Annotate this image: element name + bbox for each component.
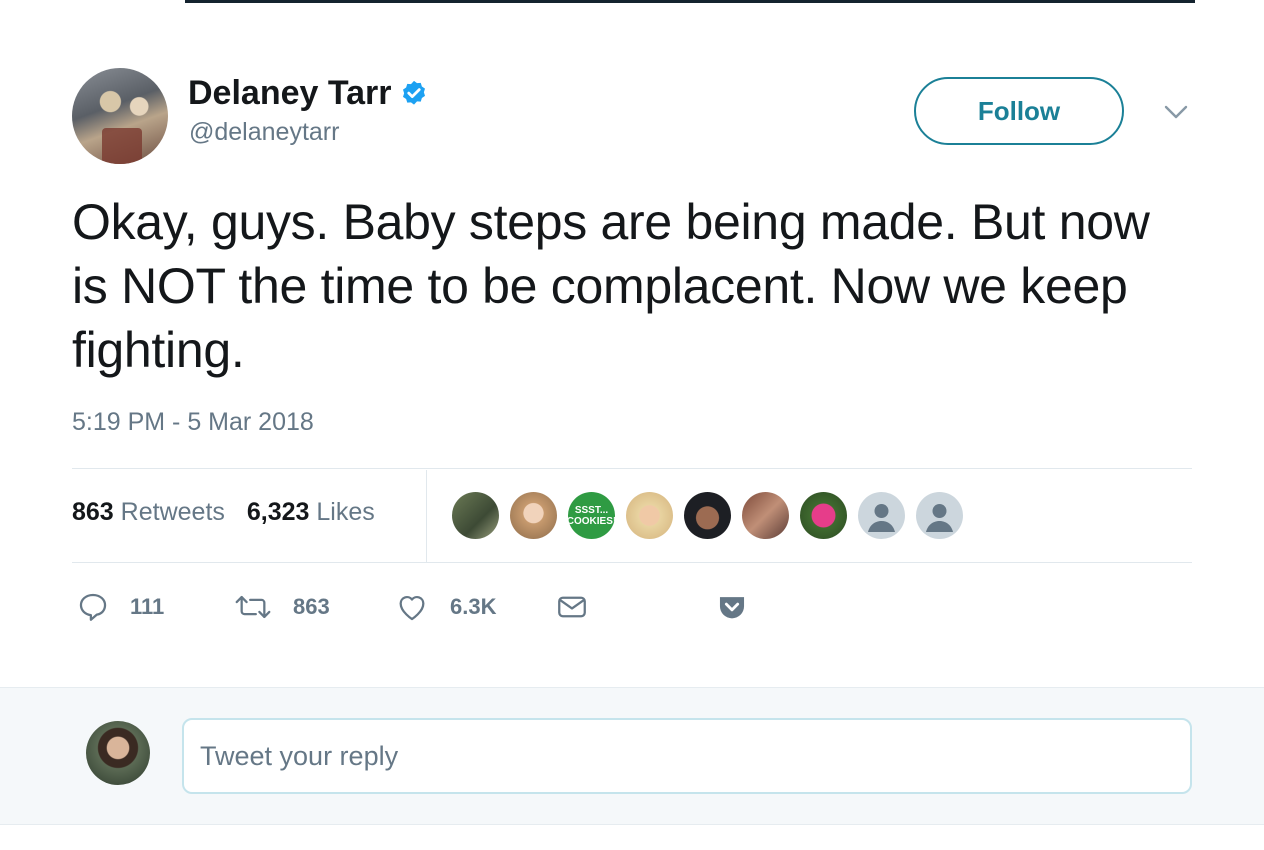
- envelope-icon: [558, 596, 586, 618]
- liker-avatar-2[interactable]: [510, 492, 557, 539]
- retweet-count: 863: [293, 594, 330, 619]
- liker-avatar-6[interactable]: [742, 492, 789, 539]
- top-bar: [0, 0, 1264, 4]
- liker-avatar-3-text-1: SSST...: [574, 504, 609, 516]
- liker-avatar-7[interactable]: [800, 492, 847, 539]
- verified-badge-icon: [403, 80, 426, 105]
- reply-count: 111: [130, 594, 165, 619]
- pocket-button[interactable]: [714, 590, 750, 624]
- likes-count: 6,323: [246, 498, 310, 526]
- retweets-count: 863: [72, 498, 114, 526]
- tweet-timestamp[interactable]: 5:19 PM - 5 Mar 2018: [72, 408, 314, 437]
- tweet-stats: 863 Retweets 6,323 Likes: [72, 498, 375, 527]
- liker-avatar-5[interactable]: [684, 492, 731, 539]
- retweets-label: Retweets: [120, 498, 225, 526]
- author-name[interactable]: Delaney Tarr: [188, 74, 391, 113]
- default-avatar[interactable]: [858, 492, 905, 539]
- divider: [72, 562, 1192, 563]
- tweet-text: Okay, guys. Baby steps are being made. B…: [72, 194, 1150, 378]
- pocket-icon: [719, 597, 745, 619]
- likes-label: Likes: [316, 498, 375, 526]
- likers-avatar-list: SSST... COOKIES!: [452, 492, 963, 539]
- author-name-row[interactable]: Delaney Tarr: [188, 74, 429, 113]
- divider: [72, 468, 1192, 469]
- default-avatar-icon: [868, 504, 895, 532]
- chevron-down-icon[interactable]: [1160, 100, 1192, 124]
- likes-stat[interactable]: 6,323 Likes: [247, 498, 375, 527]
- reply-button[interactable]: 111: [76, 590, 164, 624]
- reply-icon: [79, 593, 107, 621]
- retweet-button[interactable]: 863: [233, 590, 330, 624]
- default-avatar[interactable]: [916, 492, 963, 539]
- current-user-avatar[interactable]: [86, 721, 150, 785]
- retweets-stat[interactable]: 863 Retweets: [72, 498, 225, 527]
- liker-avatar-3[interactable]: SSST... COOKIES!: [568, 492, 615, 539]
- liker-avatar-3-text-2: COOKIES!: [568, 515, 615, 527]
- default-avatar-icon: [926, 504, 953, 532]
- stats-separator: [426, 470, 427, 562]
- liker-avatar-4[interactable]: [626, 492, 673, 539]
- follow-button[interactable]: Follow: [914, 77, 1124, 145]
- reply-input[interactable]: [182, 718, 1192, 794]
- heart-icon: [399, 596, 425, 621]
- liker-avatar-1[interactable]: [452, 492, 499, 539]
- retweet-icon: [235, 595, 271, 619]
- like-count: 6.3K: [450, 594, 497, 619]
- direct-message-button[interactable]: [554, 590, 590, 624]
- author-avatar[interactable]: [72, 68, 168, 164]
- author-handle[interactable]: @delaneytarr: [189, 118, 339, 147]
- like-button[interactable]: 6.3K: [394, 590, 496, 624]
